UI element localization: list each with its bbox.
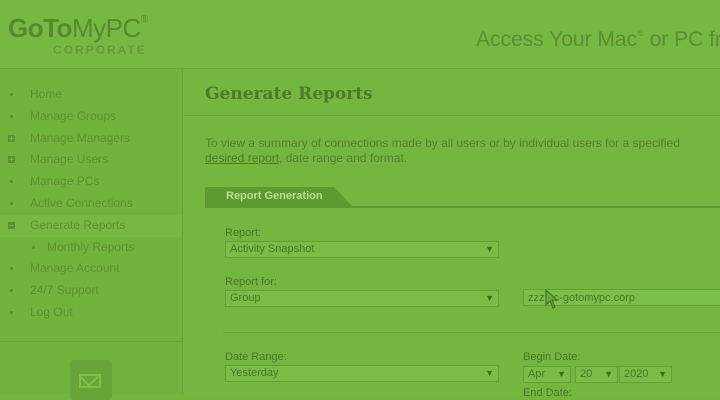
begin-year-select[interactable]: 2020 ▼ (619, 366, 672, 383)
gotomypc-logo[interactable]: GoToMyPC® CORPORATE (8, 13, 148, 57)
page-title: Generate Reports (205, 84, 373, 104)
report-for-select[interactable]: Group ▼ (225, 290, 499, 307)
desired-report-link[interactable]: desired report (205, 151, 279, 165)
sidebar-nav: Home Manage Groups + Manage Managers + Man… (0, 84, 182, 324)
report-select[interactable]: Activity Snapshot ▼ (225, 241, 499, 258)
report-label: Report: (225, 227, 262, 239)
dropdown-arrow-icon: ▼ (658, 369, 667, 379)
sidebar-item-generate-reports[interactable]: − Generate Reports (0, 214, 182, 237)
bullet-icon (10, 289, 13, 293)
logo-corporate: CORPORATE (53, 43, 147, 57)
header-tagline: Access Your Mac® or PC fr (476, 28, 720, 51)
bullet-icon (10, 180, 13, 184)
bullet-icon (10, 267, 13, 271)
dropdown-arrow-icon: ▼ (485, 368, 494, 378)
dropdown-arrow-icon: ▼ (604, 369, 613, 379)
dropdown-arrow-icon: ▼ (485, 244, 494, 254)
bullet-icon (10, 201, 13, 205)
sidebar-item-monthly-reports[interactable]: Monthly Reports (0, 237, 182, 259)
sidebar-item-home[interactable]: Home (0, 84, 182, 106)
begin-month-select[interactable]: Apr ▼ (523, 366, 571, 383)
expand-plus-icon[interactable]: + (8, 134, 15, 142)
mail-icon[interactable] (70, 360, 112, 400)
bullet-icon (32, 245, 35, 249)
logo-wordmark: GoToMyPC® (8, 13, 148, 43)
report-for-label: Report for: (225, 276, 277, 288)
end-date-label: End Date: (523, 387, 572, 399)
intro-text: To view a summary of connections made by… (205, 136, 680, 165)
sidebar-item-active-connections[interactable]: Active Connections (0, 193, 182, 215)
date-range-select[interactable]: Yesterday ▼ (225, 365, 499, 382)
title-divider (183, 115, 720, 116)
sidebar-item-manage-account[interactable]: Manage Account (0, 258, 182, 280)
section-divider (223, 332, 720, 333)
tab-underline (205, 206, 720, 208)
sidebar-divider (0, 341, 182, 342)
header: GoToMyPC® CORPORATE Access Your Mac® or … (0, 0, 720, 69)
main-content: Generate Reports To view a summary of co… (183, 69, 720, 399)
sidebar-item-manage-groups[interactable]: Manage Groups (0, 106, 182, 128)
bullet-icon (10, 310, 13, 314)
mouse-cursor-icon (545, 289, 559, 309)
begin-day-select[interactable]: 20 ▼ (575, 366, 618, 383)
dropdown-arrow-icon: ▼ (485, 293, 494, 303)
begin-date-label: Begin Date: (523, 351, 581, 363)
collapse-minus-icon[interactable]: − (8, 221, 15, 229)
tab-report-generation[interactable]: Report Generation (205, 187, 352, 206)
sidebar-item-manage-pcs[interactable]: Manage PCs (0, 171, 182, 193)
bullet-icon (10, 114, 13, 118)
sidebar-item-log-out[interactable]: Log Out (0, 302, 182, 324)
sidebar-item-manage-users[interactable]: + Manage Users (0, 149, 182, 171)
expand-plus-icon[interactable]: + (8, 156, 15, 164)
sidebar-item-manage-managers[interactable]: + Manage Managers (0, 128, 182, 150)
sidebar: Home Manage Groups + Manage Managers + Man… (0, 69, 183, 400)
sidebar-item-support[interactable]: 24/7 Support (0, 280, 182, 302)
date-range-label: Date Range: (225, 351, 287, 363)
bullet-icon (10, 93, 13, 96)
dropdown-arrow-icon: ▼ (557, 369, 566, 379)
